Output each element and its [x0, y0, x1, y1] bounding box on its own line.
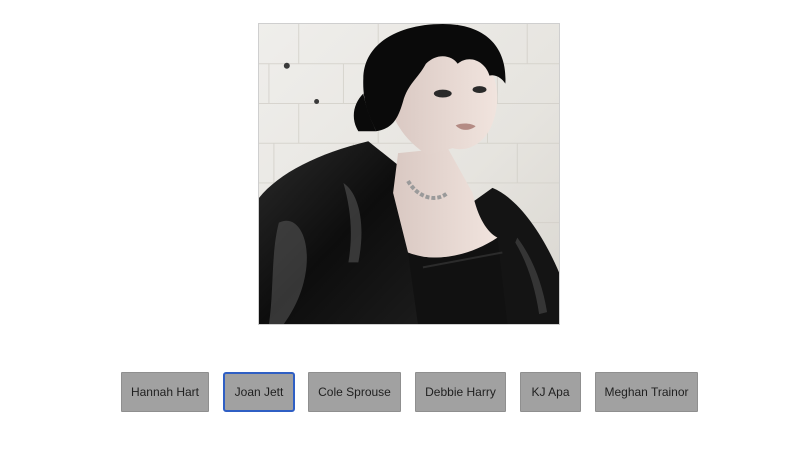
choice-meghan-trainor-button[interactable]: Meghan Trainor: [595, 372, 698, 412]
answer-choices: Hannah Hart Joan Jett Cole Sprouse Debbi…: [0, 372, 800, 412]
choice-joan-jett-button[interactable]: Joan Jett: [223, 372, 295, 412]
quiz-screen: Hannah Hart Joan Jett Cole Sprouse Debbi…: [0, 0, 800, 450]
celebrity-photo: [258, 23, 560, 325]
choice-debbie-harry-button[interactable]: Debbie Harry: [415, 372, 506, 412]
choice-hannah-hart-button[interactable]: Hannah Hart: [121, 372, 209, 412]
choice-kj-apa-button[interactable]: KJ Apa: [520, 372, 581, 412]
choice-cole-sprouse-button[interactable]: Cole Sprouse: [308, 372, 401, 412]
